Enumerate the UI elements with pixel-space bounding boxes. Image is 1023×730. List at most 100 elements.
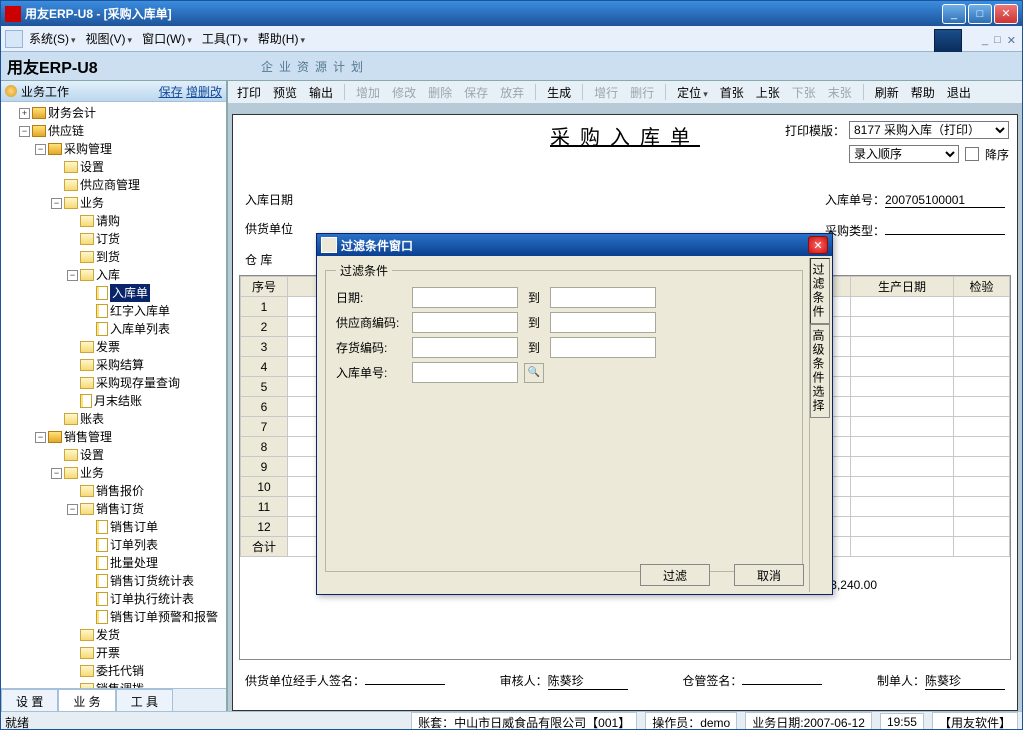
lookup-icon[interactable]: 🔍	[524, 363, 544, 383]
grid-row-header[interactable]: 3	[241, 337, 288, 357]
menu-tools[interactable]: 工具(T)▾	[198, 28, 252, 49]
folder-icon	[80, 377, 94, 389]
mdi-restore-icon[interactable]: □	[994, 34, 1001, 47]
page-icon	[96, 610, 108, 624]
sidebar-tab-tools[interactable]: 工 具	[116, 689, 173, 711]
collapse-icon[interactable]: −	[19, 126, 30, 137]
status-ready: 就绪	[5, 714, 29, 730]
desc-checkbox[interactable]	[965, 147, 979, 161]
folder-icon	[80, 629, 94, 641]
print-template-label: 打印模版：	[785, 122, 845, 139]
tb-output[interactable]: 输出	[304, 82, 338, 103]
folder-icon	[80, 359, 94, 371]
filter-vendor-to[interactable]	[550, 312, 656, 333]
folder-icon	[64, 197, 78, 209]
grid-row-header[interactable]: 2	[241, 317, 288, 337]
page-icon	[96, 286, 108, 300]
side-tab-advanced[interactable]: 高级条件选择	[810, 324, 830, 418]
page-icon	[96, 556, 108, 570]
folder-icon	[80, 215, 94, 227]
grid-row-header[interactable]: 7	[241, 417, 288, 437]
tb-delete[interactable]: 删除	[423, 82, 457, 103]
nav-tree[interactable]: +财务会计 −供应链 −采购管理 设置 供应商管理 −业务 请购	[1, 102, 226, 688]
tb-last[interactable]: 末张	[823, 82, 857, 103]
page-icon	[96, 520, 108, 534]
folder-icon	[80, 341, 94, 353]
filter-inventory-to[interactable]	[550, 337, 656, 358]
folder-icon	[64, 467, 78, 479]
tb-delrow[interactable]: 删行	[625, 82, 659, 103]
menu-window[interactable]: 窗口(W)▾	[138, 28, 196, 49]
close-button[interactable]: ✕	[994, 4, 1018, 24]
dialog-filter-button[interactable]: 过滤	[640, 564, 710, 586]
tb-locate[interactable]: 定位▾	[672, 82, 713, 103]
filter-inventory-from[interactable]	[412, 337, 518, 358]
grid-row-header[interactable]: 5	[241, 377, 288, 397]
sidebar-tab-business[interactable]: 业 务	[58, 689, 115, 711]
book-icon	[32, 125, 46, 137]
menu-help[interactable]: 帮助(H)▾	[254, 28, 309, 49]
page-icon	[96, 322, 108, 336]
nav-item-inbound[interactable]: 入库单	[110, 284, 150, 302]
grid-row-header[interactable]: 10	[241, 477, 288, 497]
side-tab-filter[interactable]: 过滤条件	[810, 258, 830, 324]
tb-preview[interactable]: 预览	[268, 82, 302, 103]
sidebar-link-save[interactable]: 保存	[159, 85, 183, 99]
grid-row-header[interactable]: 4	[241, 357, 288, 377]
folder-icon	[80, 251, 94, 263]
tb-exit[interactable]: 退出	[942, 82, 976, 103]
brand-logo: 用友ERP-U8	[7, 54, 98, 78]
folder-icon	[80, 647, 94, 659]
filter-dialog-titlebar: 过滤条件窗口 ✕	[317, 234, 832, 256]
tb-abandon[interactable]: 放弃	[495, 82, 529, 103]
page-icon	[96, 304, 108, 318]
tb-add[interactable]: 增加	[351, 82, 385, 103]
folder-icon	[64, 449, 78, 461]
menu-system[interactable]: 系统(S)▾	[25, 28, 80, 49]
dialog-close-button[interactable]: ✕	[808, 236, 828, 254]
folder-icon	[80, 233, 94, 245]
sidebar-tab-settings[interactable]: 设 置	[1, 689, 58, 711]
maximize-button[interactable]: □	[968, 4, 992, 24]
mdi-minimize-icon[interactable]: _	[982, 34, 988, 47]
book-icon	[32, 107, 46, 119]
grid-row-header[interactable]: 11	[241, 497, 288, 517]
tb-prev[interactable]: 上张	[751, 82, 785, 103]
folder-icon	[80, 269, 94, 281]
tb-print[interactable]: 打印	[232, 82, 266, 103]
brand-strip: 用友ERP-U8 企业资源计划	[1, 52, 1022, 81]
status-time: 19:55	[880, 713, 924, 730]
menu-view[interactable]: 视图(V)▾	[82, 28, 137, 49]
folder-icon	[64, 179, 78, 191]
expand-icon[interactable]: +	[19, 108, 30, 119]
filter-docno-input[interactable]	[412, 362, 518, 383]
filter-vendor-from[interactable]	[412, 312, 518, 333]
tb-save[interactable]: 保存	[459, 82, 493, 103]
grid-row-header[interactable]: 1	[241, 297, 288, 317]
sidebar-tabs: 设 置 业 务 工 具	[1, 688, 226, 711]
signature-row: 供货单位经手人签名： 审核人：陈葵珍 仓管签名： 制单人：陈葵珍	[245, 672, 1005, 690]
tb-first[interactable]: 首张	[715, 82, 749, 103]
print-template-select[interactable]: 8177 采购入库（打印）	[849, 121, 1009, 139]
mdi-close-icon[interactable]: ✕	[1007, 34, 1016, 47]
sidebar-link-edit[interactable]: 增删改	[186, 85, 222, 99]
tb-edit[interactable]: 修改	[387, 82, 421, 103]
grid-row-header[interactable]: 12	[241, 517, 288, 537]
filter-date-to[interactable]	[550, 287, 656, 308]
tb-refresh[interactable]: 刷新	[870, 82, 904, 103]
grid-row-header[interactable]: 6	[241, 397, 288, 417]
filter-date-from[interactable]	[412, 287, 518, 308]
tb-addrow[interactable]: 增行	[589, 82, 623, 103]
grid-row-header[interactable]: 9	[241, 457, 288, 477]
tb-generate[interactable]: 生成	[542, 82, 576, 103]
sort-order-select[interactable]: 录入顺序	[849, 145, 959, 163]
page-icon	[80, 394, 92, 408]
grid-row-header[interactable]: 8	[241, 437, 288, 457]
dialog-cancel-button[interactable]: 取消	[734, 564, 804, 586]
folder-icon	[80, 485, 94, 497]
tb-help[interactable]: 帮助	[906, 82, 940, 103]
minimize-button[interactable]: _	[942, 4, 966, 24]
window-titlebar: 用友ERP-U8 - [采购入库单] _ □ ✕	[1, 1, 1022, 26]
tb-next[interactable]: 下张	[787, 82, 821, 103]
sidebar: 业务工作 保存 增删改 +财务会计 −供应链 −采购管理 设置 供应商管理	[1, 81, 228, 711]
